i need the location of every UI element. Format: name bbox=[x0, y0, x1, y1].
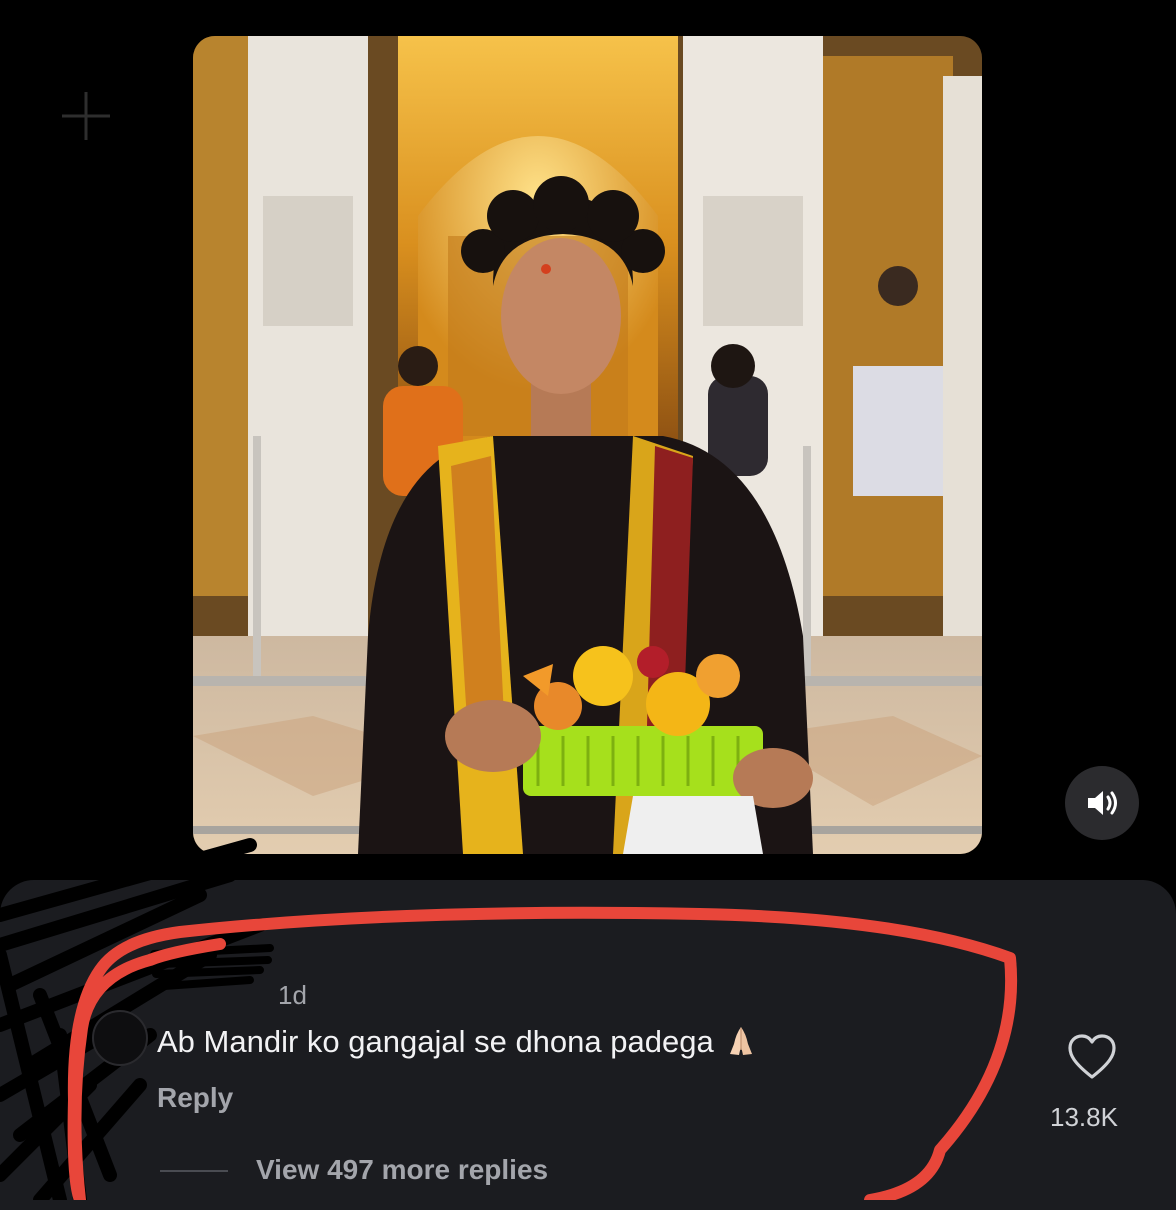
plus-icon bbox=[62, 92, 110, 140]
like-count: 13.8K bbox=[1050, 1102, 1118, 1132]
commenter-avatar[interactable] bbox=[92, 1010, 148, 1066]
volume-toggle-button[interactable] bbox=[1065, 766, 1139, 840]
post-media-area bbox=[0, 0, 1176, 880]
commenter-username[interactable] bbox=[158, 983, 268, 1009]
heart-icon[interactable] bbox=[1066, 1033, 1118, 1081]
comment-text: Ab Mandir ko gangajal se dhona padega bbox=[157, 1024, 758, 1066]
comment-timestamp: 1d bbox=[278, 980, 307, 1010]
view-replies-button[interactable]: View 497 more replies bbox=[256, 1154, 548, 1186]
comment-body: Ab Mandir ko gangajal se dhona padega bbox=[157, 1024, 714, 1059]
speaker-unmuted-icon bbox=[1088, 791, 1117, 815]
temple-photo-illustration bbox=[193, 36, 982, 854]
reply-button[interactable]: Reply bbox=[157, 1082, 233, 1114]
post-photo[interactable] bbox=[193, 36, 982, 854]
replies-divider bbox=[160, 1170, 228, 1172]
folded-hands-icon bbox=[724, 1024, 758, 1066]
